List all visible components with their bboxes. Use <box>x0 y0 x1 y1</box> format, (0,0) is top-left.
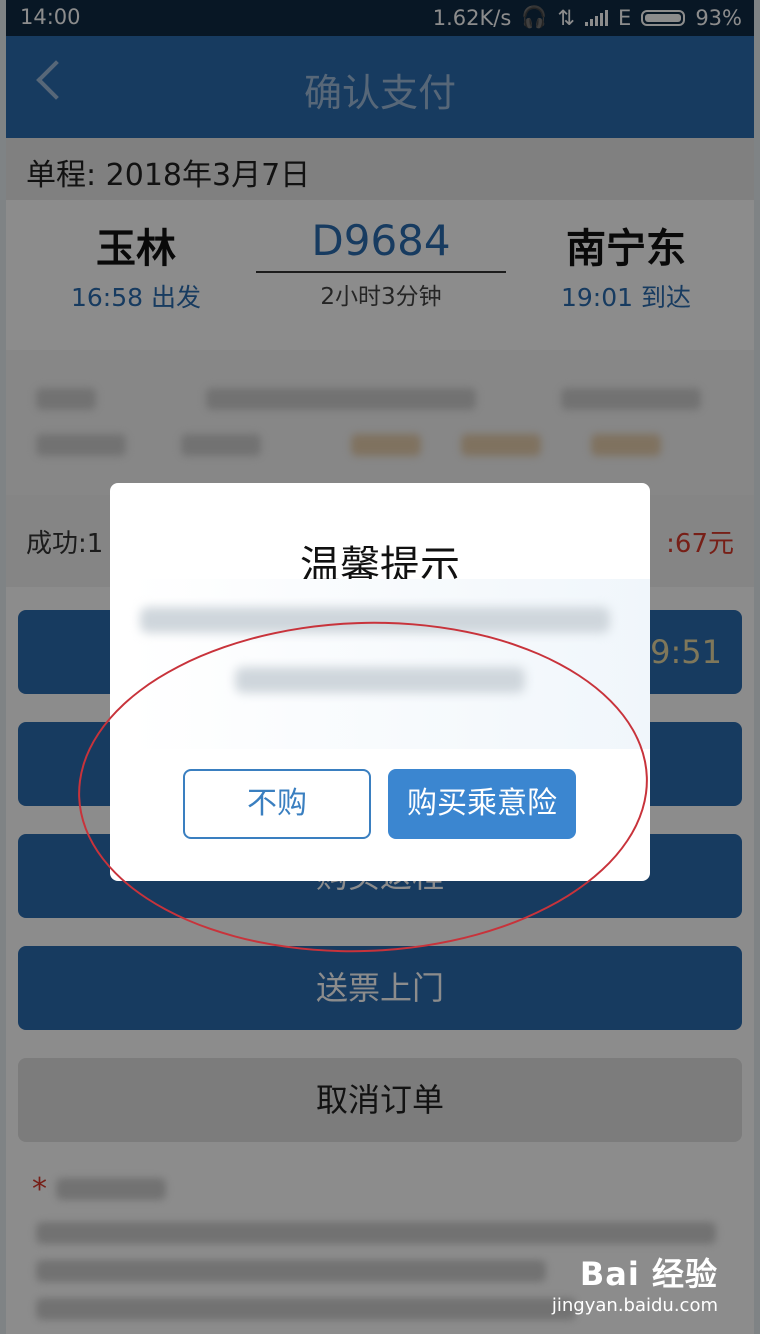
watermark-logo: Bai 经验 <box>579 1255 718 1293</box>
watermark-url: jingyan.baidu.com <box>551 1295 718 1316</box>
baidu-watermark: Bai 经验 jingyan.baidu.com <box>552 1249 718 1316</box>
